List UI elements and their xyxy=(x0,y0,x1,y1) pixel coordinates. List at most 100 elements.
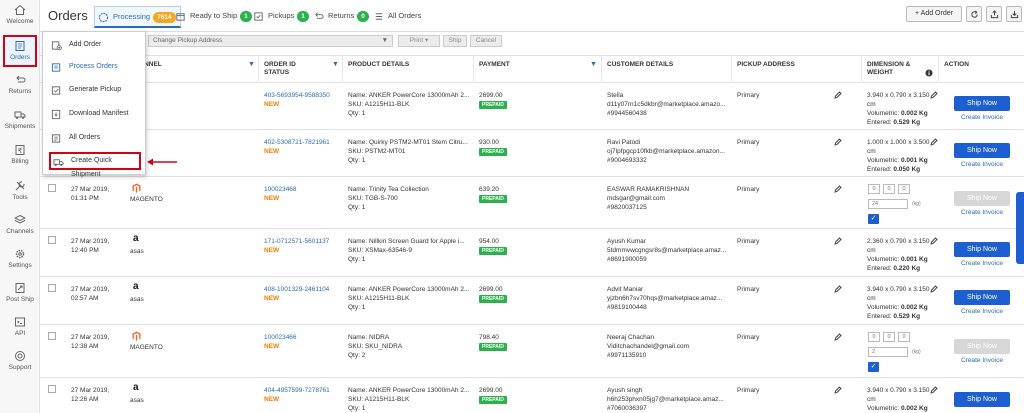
pencil-icon[interactable] xyxy=(834,285,842,293)
tab-returns[interactable]: Returns 0 xyxy=(310,6,373,28)
weight-input[interactable]: 2 xyxy=(868,347,908,357)
dimension-cell: 3.940 x 0.790 x 3.150 cm Volumetric: 0.002… xyxy=(867,286,930,320)
print-button[interactable]: Print ▾ xyxy=(398,35,440,47)
sidebar-item-support[interactable]: Support xyxy=(0,350,40,371)
refresh-button[interactable] xyxy=(966,6,982,22)
tab-all-orders[interactable]: All Orders xyxy=(370,6,425,28)
ship-now-button[interactable]: Ship Now xyxy=(954,242,1010,257)
sidebar-item-tools[interactable]: Tools xyxy=(0,180,40,201)
row-checkbox[interactable] xyxy=(48,184,56,192)
weight-input[interactable]: 24 xyxy=(868,199,908,209)
save-dimension-button[interactable]: ✓ xyxy=(868,214,879,224)
tab-pickups[interactable]: Pickups 1 xyxy=(250,6,313,28)
pickup-cell: Primary xyxy=(737,387,760,394)
filter-icon[interactable]: ▼ xyxy=(590,61,597,68)
export-button[interactable] xyxy=(986,6,1002,22)
order-id-link[interactable]: 171-0712571-5601137 xyxy=(264,238,329,245)
date-cell: 27 Mar 2019, 12:40 PM xyxy=(71,238,110,254)
pencil-icon[interactable] xyxy=(930,386,938,394)
sidebar-item-welcome[interactable]: Welcome xyxy=(0,4,40,25)
all-orders-icon xyxy=(51,134,61,143)
sidebar-item-api[interactable]: API xyxy=(0,316,40,337)
ship-now-button[interactable]: Ship Now xyxy=(954,143,1010,158)
manifest-icon xyxy=(51,109,61,120)
create-invoice-link[interactable]: Create Invoice xyxy=(954,209,1010,216)
row-checkbox[interactable] xyxy=(48,332,56,340)
import-button[interactable] xyxy=(1006,6,1022,22)
breadth-input[interactable]: 0 xyxy=(883,332,895,342)
order-id-link[interactable]: 100023466 xyxy=(264,334,297,341)
sidebar-item-shipments[interactable]: Shipments xyxy=(0,109,40,130)
change-pickup-select[interactable]: Change Pickup Address ▼ xyxy=(148,35,393,47)
save-dimension-button[interactable]: ✓ xyxy=(868,362,879,372)
magento-logo-icon xyxy=(132,331,141,341)
status-badge: NEW xyxy=(264,343,280,350)
create-invoice-link[interactable]: Create Invoice xyxy=(954,161,1010,168)
pencil-icon[interactable] xyxy=(834,185,842,193)
ship-now-button[interactable]: Ship Now xyxy=(954,96,1010,111)
info-icon[interactable] xyxy=(925,69,933,77)
magento-logo-icon xyxy=(132,183,141,193)
height-input[interactable]: 0 xyxy=(898,332,910,342)
pencil-icon[interactable] xyxy=(930,237,938,245)
filter-icon[interactable]: ▼ xyxy=(332,61,339,68)
order-id-link[interactable]: 408-1001329-2461104 xyxy=(264,286,329,293)
tab-processing[interactable]: Processing 7614 xyxy=(94,6,181,28)
sidebar-item-billing[interactable]: ₹ Billing xyxy=(0,144,40,165)
length-input[interactable]: 0 xyxy=(868,332,880,342)
menu-item-all-orders[interactable]: All Orders xyxy=(49,128,141,148)
sidebar-item-returns[interactable]: Returns xyxy=(0,74,40,95)
dimension-cell: 3.940 x 0.790 x 3.150 cm Volumetric: 0.002… xyxy=(867,92,930,126)
tab-ready-to-ship[interactable]: Ready to Ship 1 xyxy=(172,6,256,28)
ship-button[interactable]: Ship xyxy=(443,35,467,47)
filter-icon[interactable]: ▼ xyxy=(248,61,255,68)
pencil-icon[interactable] xyxy=(930,138,938,146)
add-order-button[interactable]: + Add Order xyxy=(906,6,962,22)
export-icon xyxy=(990,10,998,19)
pencil-icon[interactable] xyxy=(834,386,842,394)
menu-item-add-order[interactable]: Add Order xyxy=(49,35,141,55)
pencil-icon[interactable] xyxy=(930,285,938,293)
menu-item-generate-pickup[interactable]: Generate Pickup xyxy=(49,80,141,100)
ship-now-button[interactable]: Ship Now xyxy=(954,339,1010,354)
length-input[interactable]: 0 xyxy=(868,184,880,194)
pencil-icon[interactable] xyxy=(834,138,842,146)
billing-icon: ₹ xyxy=(15,145,25,155)
menu-item-download-manifest[interactable]: Download Manifest xyxy=(49,104,141,124)
order-id-link[interactable]: 404-4957599-7278761 xyxy=(264,387,330,394)
breadth-input[interactable]: 0 xyxy=(883,184,895,194)
create-invoice-link[interactable]: Create Invoice xyxy=(954,308,1010,315)
pencil-icon[interactable] xyxy=(834,91,842,99)
sidebar-item-channels[interactable]: Channels xyxy=(0,214,40,235)
cancel-button[interactable]: Cancel xyxy=(470,35,502,47)
height-input[interactable]: 0 xyxy=(898,184,910,194)
support-icon xyxy=(15,351,25,361)
create-invoice-link[interactable]: Create Invoice xyxy=(954,260,1010,267)
pencil-icon[interactable] xyxy=(834,237,842,245)
sidebar-item-label: Post Ship xyxy=(6,296,34,303)
order-id-link[interactable]: 100023468 xyxy=(264,186,297,193)
ship-now-button[interactable]: Ship Now xyxy=(954,191,1010,206)
pencil-icon[interactable] xyxy=(834,333,842,341)
feedback-side-tab[interactable] xyxy=(1016,192,1024,264)
sidebar-item-settings[interactable]: Settings xyxy=(0,248,40,269)
annotation-arrow-icon xyxy=(147,158,177,166)
row-checkbox[interactable] xyxy=(48,284,56,292)
create-invoice-link[interactable]: Create Invoice xyxy=(954,114,1010,121)
create-invoice-link[interactable]: Create Invoice xyxy=(954,357,1010,364)
row-checkbox[interactable] xyxy=(48,236,56,244)
channel-name: asas xyxy=(130,397,144,404)
row-checkbox[interactable] xyxy=(48,385,56,393)
menu-item-create-quick-shipment[interactable]: Create Quick Shipment xyxy=(49,152,141,178)
bulk-action-toolbar: Change Pickup Address ▼ Print ▾ Ship Can… xyxy=(40,32,1024,50)
menu-item-process-orders[interactable]: Process Orders xyxy=(49,57,141,77)
ship-now-button[interactable]: Ship Now xyxy=(954,290,1010,305)
order-id-link[interactable]: 402-5308721-7821961 xyxy=(264,139,330,146)
customer-cell: Neeraj Chachan Viditchachandel@gmail.com #… xyxy=(607,334,689,359)
ship-now-button[interactable]: Ship Now xyxy=(954,392,1010,407)
amazon-logo-icon: a xyxy=(133,233,139,244)
pencil-icon[interactable] xyxy=(930,91,938,99)
order-id-link[interactable]: 403-5693954-9588350 xyxy=(264,92,330,99)
sidebar-item-post-ship[interactable]: Post Ship xyxy=(0,282,40,303)
sidebar-item-orders[interactable]: Orders xyxy=(3,35,37,67)
